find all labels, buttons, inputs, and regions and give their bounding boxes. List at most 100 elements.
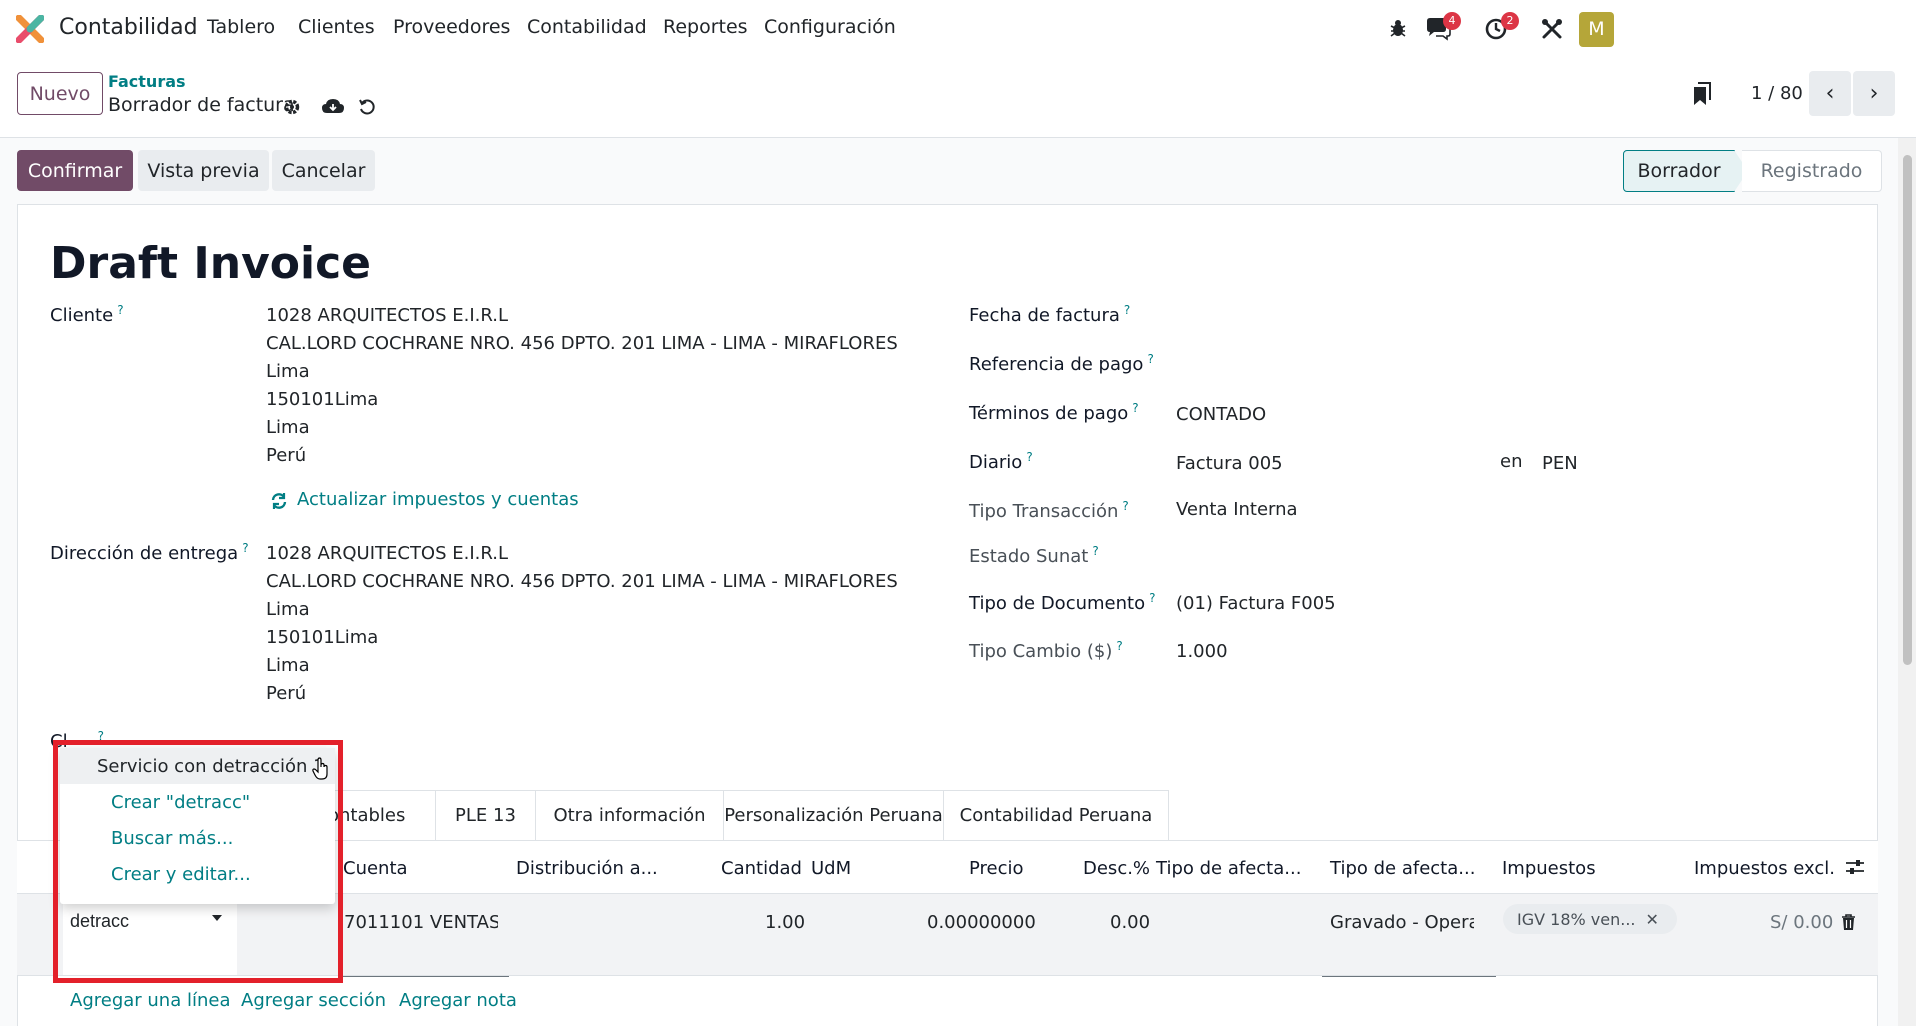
status-registrado[interactable]: Registrado [1742, 150, 1882, 192]
tab-ple13[interactable]: PLE 13 [435, 790, 536, 840]
col-quantity[interactable]: Cantidad [721, 858, 802, 879]
col-analytic[interactable]: Distribución a... [516, 858, 658, 879]
column-settings-icon[interactable] [1844, 856, 1866, 878]
exchange-rate-label: Tipo Cambio ($)? [969, 639, 1123, 662]
affect-underline [1322, 976, 1496, 977]
menu-clientes[interactable]: Clientes [298, 16, 375, 38]
document-type-value[interactable]: (01) Factura F005 [1176, 593, 1336, 614]
dropdown-item-label: Crear y editar... [111, 863, 251, 885]
menu-proveedores[interactable]: Proveedores [393, 16, 510, 38]
dropdown-item-create-edit[interactable]: Crear y editar... [60, 856, 335, 892]
row-subtotal: S/ 0.00 [1770, 912, 1834, 933]
menu-tablero[interactable]: Tablero [207, 16, 275, 38]
chevron-left-icon: ‹ [1825, 81, 1835, 106]
transaction-type-value[interactable]: Venta Interna [1176, 499, 1298, 520]
status-borrador[interactable]: Borrador [1623, 150, 1735, 192]
col-price[interactable]: Precio [969, 858, 1024, 879]
row-account[interactable]: 7011101 VENTAS [344, 912, 498, 933]
tax-tag[interactable]: IGV 18% ven... ✕ [1503, 904, 1677, 934]
dropdown-item-label: Crear "detracc" [111, 791, 251, 813]
confirm-button[interactable]: Confirmar [17, 150, 133, 191]
col-subtotal[interactable]: Impuestos excl. [1694, 858, 1835, 879]
menu-reportes[interactable]: Reportes [663, 16, 748, 38]
address-line: 1028 ARQUITECTOS E.I.R.L [266, 543, 508, 564]
new-button[interactable]: Nuevo [17, 72, 103, 115]
transaction-type-label: Tipo Transacción? [969, 499, 1129, 522]
sunat-status-label: Estado Sunat? [969, 544, 1099, 567]
menu-contabilidad[interactable]: Contabilidad [527, 16, 647, 38]
bookmark-icon[interactable] [1690, 80, 1714, 108]
record-name: Borrador de factura [108, 94, 295, 116]
preview-button[interactable]: Vista previa [138, 150, 269, 191]
gear-icon[interactable] [282, 95, 302, 119]
odoo-logo-icon[interactable] [16, 15, 44, 43]
tab-other-info[interactable]: Otra información [535, 790, 724, 840]
address-line: Lima [266, 361, 310, 382]
col-discount[interactable]: Desc.% [1083, 858, 1150, 879]
dropdown-item-label: Buscar más... [111, 827, 234, 849]
address-line: Lima [266, 417, 310, 438]
control-panel: Nuevo Facturas Borrador de factura 1 / 8… [0, 58, 1916, 138]
menu-configuracion[interactable]: Configuración [764, 16, 896, 38]
col-account[interactable]: Cuenta [343, 858, 408, 879]
app-name[interactable]: Contabilidad [59, 15, 198, 40]
tab-peruvian-customization[interactable]: Personalización Peruana [723, 790, 944, 840]
top-navbar: Contabilidad Tablero Clientes Proveedore… [0, 0, 1916, 58]
address-line: Perú [266, 683, 307, 704]
account-underline [343, 976, 509, 977]
address-line: Lima [266, 655, 310, 676]
address-line: 150101Lima [266, 627, 379, 648]
refresh-icon[interactable] [269, 491, 289, 511]
address-line: CAL.LORD COCHRANE NRO. 456 DPTO. 201 LIM… [266, 333, 898, 354]
pager-next-button[interactable]: › [1853, 71, 1895, 116]
breadcrumb-facturas[interactable]: Facturas [108, 72, 186, 91]
col-affect-type-1[interactable]: Tipo de afecta... [1156, 858, 1301, 879]
journal-in-text: en [1500, 451, 1523, 472]
currency-value[interactable]: PEN [1542, 453, 1578, 474]
exchange-rate-value[interactable]: 1.000 [1176, 641, 1228, 662]
row-quantity[interactable]: 1.00 [765, 912, 805, 933]
payment-ref-label: Referencia de pago? [969, 352, 1154, 375]
journal-value[interactable]: Factura 005 [1176, 453, 1283, 474]
table-row[interactable]: 7011101 VENTAS 1.00 0.00000000 0.00 Grav… [17, 894, 1878, 976]
scrollbar-thumb[interactable] [1903, 155, 1912, 665]
col-uom[interactable]: UdM [811, 858, 851, 879]
autocomplete-dropdown: Servicio con detracción 1 Crear "detracc… [60, 748, 335, 904]
pager-previous-button[interactable]: ‹ [1809, 71, 1851, 116]
row-discount[interactable]: 0.00 [1110, 912, 1150, 933]
cloud-save-icon[interactable] [320, 94, 346, 118]
address-line: 1028 ARQUITECTOS E.I.R.L [266, 305, 508, 326]
dropdown-item-search-more[interactable]: Buscar más... [60, 820, 335, 856]
close-icon[interactable]: ✕ [1646, 910, 1659, 929]
pager-value[interactable]: 1 / 80 [1751, 83, 1803, 104]
tools-icon[interactable] [1538, 15, 1566, 43]
add-section-link[interactable]: Agregar sección [241, 990, 386, 1011]
document-type-label: Tipo de Documento? [969, 591, 1156, 614]
user-avatar[interactable]: M [1579, 12, 1614, 47]
col-taxes[interactable]: Impuestos [1502, 858, 1596, 879]
dropdown-item-create[interactable]: Crear "detracc" [60, 784, 335, 820]
cancel-button[interactable]: Cancelar [272, 150, 375, 191]
row-affect-type[interactable]: Gravado - Opera [1330, 912, 1474, 933]
activity-badge: 2 [1501, 12, 1519, 30]
add-line-link[interactable]: Agregar una línea [70, 990, 230, 1011]
delivery-address[interactable]: 1028 ARQUITECTOS E.I.R.L CAL.LORD COCHRA… [266, 540, 898, 708]
payment-terms-label: Términos de pago? [969, 401, 1139, 424]
update-taxes-link[interactable]: Actualizar impuestos y cuentas [297, 489, 579, 510]
bug-icon[interactable] [1386, 16, 1410, 40]
payment-terms-value[interactable]: CONTADO [1176, 404, 1266, 425]
customer-label: Cliente? [50, 303, 124, 326]
col-affect-type-2[interactable]: Tipo de afecta... [1330, 858, 1475, 879]
add-note-link[interactable]: Agregar nota [399, 990, 517, 1011]
tax-tag-label: IGV 18% ven... [1517, 909, 1636, 929]
row-price[interactable]: 0.00000000 [927, 912, 1036, 933]
tab-peruvian-accounting[interactable]: Contabilidad Peruana [943, 790, 1169, 840]
customer-address[interactable]: 1028 ARQUITECTOS E.I.R.L CAL.LORD COCHRA… [266, 302, 898, 470]
invoice-date-label: Fecha de factura? [969, 303, 1131, 326]
dropdown-item-product[interactable]: Servicio con detracción 1 [60, 748, 335, 784]
caret-down-icon[interactable] [210, 911, 224, 925]
discard-icon[interactable] [356, 95, 378, 119]
tab-accounting-lines[interactable]: ontables [318, 790, 436, 840]
address-line: Lima [266, 599, 310, 620]
trash-icon[interactable] [1837, 910, 1859, 934]
